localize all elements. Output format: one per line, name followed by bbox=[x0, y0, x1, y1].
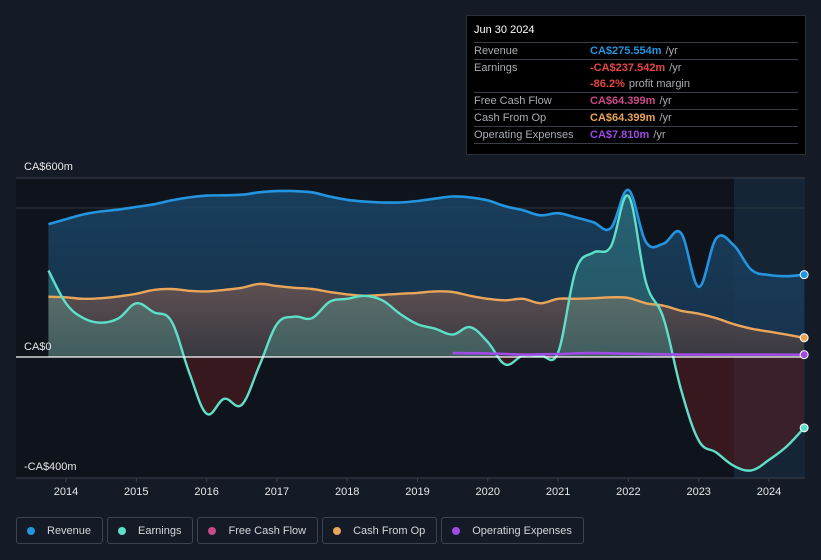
tooltip-row-revenue: Revenue CA$275.554m /yr bbox=[474, 43, 798, 60]
tooltip-value: -CA$237.542m bbox=[590, 62, 666, 74]
legend-item-earnings[interactable]: Earnings bbox=[107, 517, 194, 544]
x-tick-label: 2015 bbox=[124, 486, 148, 498]
tooltip-label: Cash From Op bbox=[474, 112, 547, 124]
x-tick-label: 2014 bbox=[54, 486, 78, 498]
tooltip-label: Free Cash Flow bbox=[474, 95, 552, 107]
tooltip-label: Operating Expenses bbox=[474, 129, 574, 141]
tooltip-value: CA$64.399m bbox=[590, 95, 656, 107]
legend-dot-icon bbox=[333, 526, 342, 535]
legend-item-free-cash-flow[interactable]: Free Cash Flow bbox=[197, 517, 319, 544]
x-tick-label: 2020 bbox=[476, 486, 500, 498]
legend-label: Cash From Op bbox=[353, 524, 426, 537]
y-tick-label: CA$0 bbox=[24, 341, 52, 353]
legend-dot-icon bbox=[452, 526, 461, 535]
tooltip-value: CA$7.810m bbox=[590, 129, 650, 141]
x-tick-label: 2019 bbox=[405, 486, 429, 498]
chart-legend: Revenue Earnings Free Cash Flow Cash Fro… bbox=[16, 517, 584, 544]
tooltip-row-earnings: Earnings -CA$237.542m /yr bbox=[474, 60, 798, 76]
x-tick-label: 2018 bbox=[335, 486, 359, 498]
tooltip-label: Revenue bbox=[474, 45, 519, 57]
legend-dot-icon bbox=[118, 526, 127, 535]
x-tick-label: 2024 bbox=[757, 486, 781, 498]
tooltip-unit: /yr bbox=[669, 62, 682, 74]
legend-dot-icon bbox=[27, 526, 35, 535]
revenue-end-marker bbox=[799, 270, 809, 280]
tooltip-unit: /yr bbox=[659, 95, 672, 107]
tooltip-row-free-cash-flow: Free Cash Flow CA$64.399m /yr bbox=[474, 93, 798, 110]
operating-expenses-end-marker bbox=[799, 350, 809, 360]
tooltip-unit: /yr bbox=[653, 129, 666, 141]
tooltip-row-profit-margin: -86.2% profit margin bbox=[474, 76, 798, 93]
legend-label: Earnings bbox=[138, 524, 182, 537]
y-tick-label: CA$600m bbox=[24, 161, 73, 173]
tooltip-value: CA$64.399m bbox=[590, 112, 656, 124]
legend-label: Free Cash Flow bbox=[228, 524, 307, 537]
operating-expenses-line bbox=[452, 351, 805, 356]
cash-from-op-end-marker bbox=[799, 333, 809, 343]
x-tick-label: 2023 bbox=[686, 486, 710, 498]
legend-item-revenue[interactable]: Revenue bbox=[16, 517, 104, 544]
tooltip-value: CA$275.554m bbox=[590, 45, 662, 57]
legend-label: Operating Expenses bbox=[472, 524, 572, 537]
legend-dot-icon bbox=[208, 526, 217, 535]
tooltip-unit: profit margin bbox=[628, 78, 690, 90]
legend-item-cash-from-op[interactable]: Cash From Op bbox=[322, 517, 438, 544]
tooltip-date: Jun 30 2024 bbox=[474, 24, 798, 43]
tooltip-unit: /yr bbox=[659, 112, 672, 124]
tooltip-row-cash-from-op: Cash From Op CA$64.399m /yr bbox=[474, 110, 798, 127]
tooltip-value: -86.2% bbox=[590, 78, 625, 90]
tooltip-row-operating-expenses: Operating Expenses CA$7.810m /yr bbox=[474, 127, 798, 144]
legend-label: Revenue bbox=[47, 524, 92, 537]
x-tick-label: 2022 bbox=[616, 486, 640, 498]
tooltip-label: Earnings bbox=[474, 62, 518, 74]
tooltip-panel: Jun 30 2024 Revenue CA$275.554m /yr Earn… bbox=[466, 15, 806, 155]
tooltip-label bbox=[474, 76, 590, 92]
y-tick-label: -CA$400m bbox=[24, 461, 77, 473]
tooltip-unit: /yr bbox=[665, 45, 678, 57]
x-tick-label: 2017 bbox=[265, 486, 289, 498]
legend-item-operating-expenses[interactable]: Operating Expenses bbox=[441, 517, 584, 544]
x-tick-label: 2021 bbox=[546, 486, 570, 498]
earnings-end-marker bbox=[799, 423, 809, 433]
x-tick-label: 2016 bbox=[194, 486, 218, 498]
